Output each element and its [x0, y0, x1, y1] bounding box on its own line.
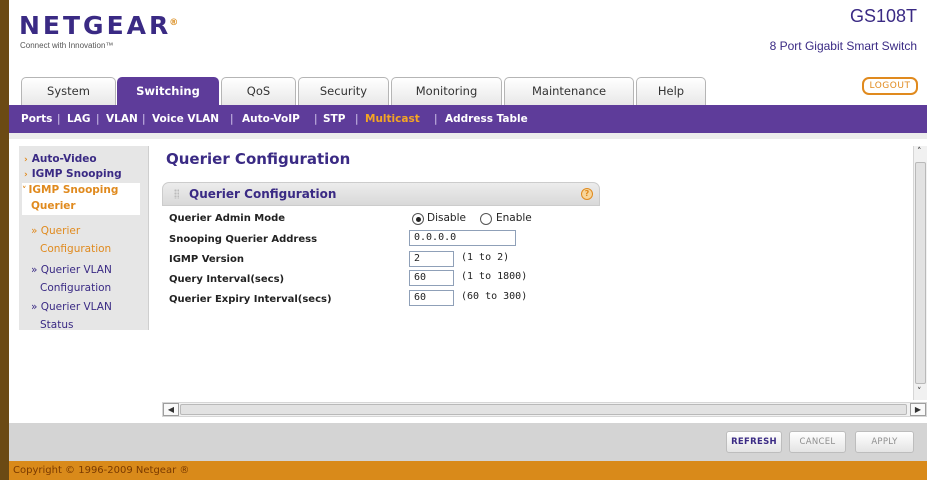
subnav-voice-vlan[interactable]: Voice VLAN	[152, 105, 219, 133]
tab-switching[interactable]: Switching	[117, 77, 219, 106]
scroll-up-icon[interactable]: ˄	[917, 147, 922, 157]
tagline: Connect with Innovation™	[20, 41, 114, 50]
help-icon[interactable]: ?	[581, 188, 593, 200]
scroll-down-icon[interactable]: ˅	[917, 387, 922, 397]
scroll-right-icon[interactable]: ▶	[910, 403, 926, 416]
subnav-separator: |	[96, 113, 100, 125]
subnav-vlan[interactable]: VLAN	[106, 105, 138, 133]
tab-security[interactable]: Security	[298, 77, 389, 105]
subnav-separator: |	[355, 113, 359, 125]
subnav-lag[interactable]: LAG	[67, 105, 90, 133]
sidebar-sub-querier-configuration[interactable]: » Querier Configuration	[31, 224, 111, 256]
subnav-separator: |	[230, 113, 234, 125]
sidebar-sub-querier-vlan-status[interactable]: » Querier VLAN Status	[31, 300, 112, 332]
copyright-text: Copyright © 1996-2009 Netgear ®	[13, 465, 190, 476]
chevron-down-icon: ˅	[22, 186, 27, 196]
igmp-version-label: IGMP Version	[169, 254, 244, 265]
sidebar-sub-querier-vlan-configuration[interactable]: » Querier VLAN Configuration	[31, 263, 112, 295]
sidebar-item-igmp-snooping[interactable]: › IGMP Snooping	[19, 167, 122, 182]
expiry-interval-label: Querier Expiry Interval(secs)	[169, 294, 332, 305]
subnav-separator: |	[142, 113, 146, 125]
main-tabs: System Switching QoS Security Monitoring…	[9, 77, 927, 106]
tab-maintenance[interactable]: Maintenance	[504, 77, 634, 105]
drag-handle-icon	[174, 189, 179, 199]
header: NETGEAR® Connect with Innovation™ GS108T…	[9, 0, 927, 84]
panel-title: Querier Configuration	[189, 187, 337, 201]
copyright-bar: Copyright © 1996-2009 Netgear ®	[9, 461, 927, 480]
window-edge	[0, 0, 9, 480]
vertical-scroll-thumb[interactable]	[915, 162, 926, 384]
netgear-logo: NETGEAR®	[19, 11, 182, 40]
subnav-separator: |	[57, 113, 61, 125]
tab-system[interactable]: System	[21, 77, 116, 105]
query-interval-input[interactable]: 60	[409, 270, 454, 286]
disable-radio[interactable]	[412, 213, 424, 225]
querier-config-panel-header: Querier Configuration ?	[162, 182, 600, 206]
apply-button[interactable]: APPLY	[855, 431, 914, 453]
igmp-version-input[interactable]: 2	[409, 251, 454, 267]
igmp-version-range: (1 to 2)	[461, 252, 510, 263]
refresh-button[interactable]: REFRESH	[726, 431, 782, 453]
subnav-stp[interactable]: STP	[323, 105, 345, 133]
expiry-interval-range: (60 to 300)	[461, 291, 528, 302]
tab-help[interactable]: Help	[636, 77, 706, 105]
subnav-auto-voip[interactable]: Auto-VoIP	[242, 105, 300, 133]
subnav-ports[interactable]: Ports	[21, 105, 52, 133]
subnav-separator: |	[434, 113, 438, 125]
cancel-button[interactable]: CANCEL	[789, 431, 846, 453]
horizontal-scrollbar[interactable]: ◀ ▶	[162, 402, 927, 417]
product-name: GS108T	[849, 6, 917, 26]
query-interval-range: (1 to 1800)	[461, 271, 528, 282]
tab-monitoring[interactable]: Monitoring	[391, 77, 502, 105]
subnav-multicast[interactable]: Multicast	[365, 105, 420, 133]
sub-navigation: Ports | LAG | VLAN | Voice VLAN | Auto-V…	[9, 105, 927, 133]
page-title: Querier Configuration	[166, 150, 351, 168]
sidebar-item-auto-video[interactable]: › Auto-Video	[19, 152, 97, 167]
sidebar-item-igmp-snooping-querier[interactable]: ˅ IGMP Snooping Querier	[22, 183, 140, 215]
chevron-right-icon: ›	[24, 155, 28, 165]
vertical-scrollbar[interactable]: ˄ ˅	[913, 146, 927, 400]
subnav-address-table[interactable]: Address Table	[445, 105, 528, 133]
enable-radio[interactable]	[480, 213, 492, 225]
tab-qos[interactable]: QoS	[221, 77, 296, 105]
admin-mode-label: Querier Admin Mode	[169, 213, 286, 224]
snooping-address-label: Snooping Querier Address	[169, 234, 318, 245]
horizontal-scroll-thumb[interactable]	[180, 404, 907, 415]
expiry-interval-input[interactable]: 60	[409, 290, 454, 306]
enable-radio-label[interactable]: Enable	[496, 212, 532, 224]
product-description: 8 Port Gigabit Smart Switch	[769, 39, 917, 53]
disable-radio-label[interactable]: Disable	[427, 212, 466, 224]
sidebar: › Auto-Video › IGMP Snooping ˅ IGMP Snoopin…	[19, 146, 149, 332]
logout-button[interactable]: LOGOUT	[862, 77, 918, 95]
chevron-right-icon: ›	[24, 170, 28, 180]
scroll-left-icon[interactable]: ◀	[163, 403, 179, 416]
action-bar: REFRESH CANCEL APPLY	[9, 423, 927, 461]
subnav-separator: |	[314, 113, 318, 125]
query-interval-label: Query Interval(secs)	[169, 274, 285, 285]
snooping-address-input[interactable]: 0.0.0.0	[409, 230, 516, 246]
